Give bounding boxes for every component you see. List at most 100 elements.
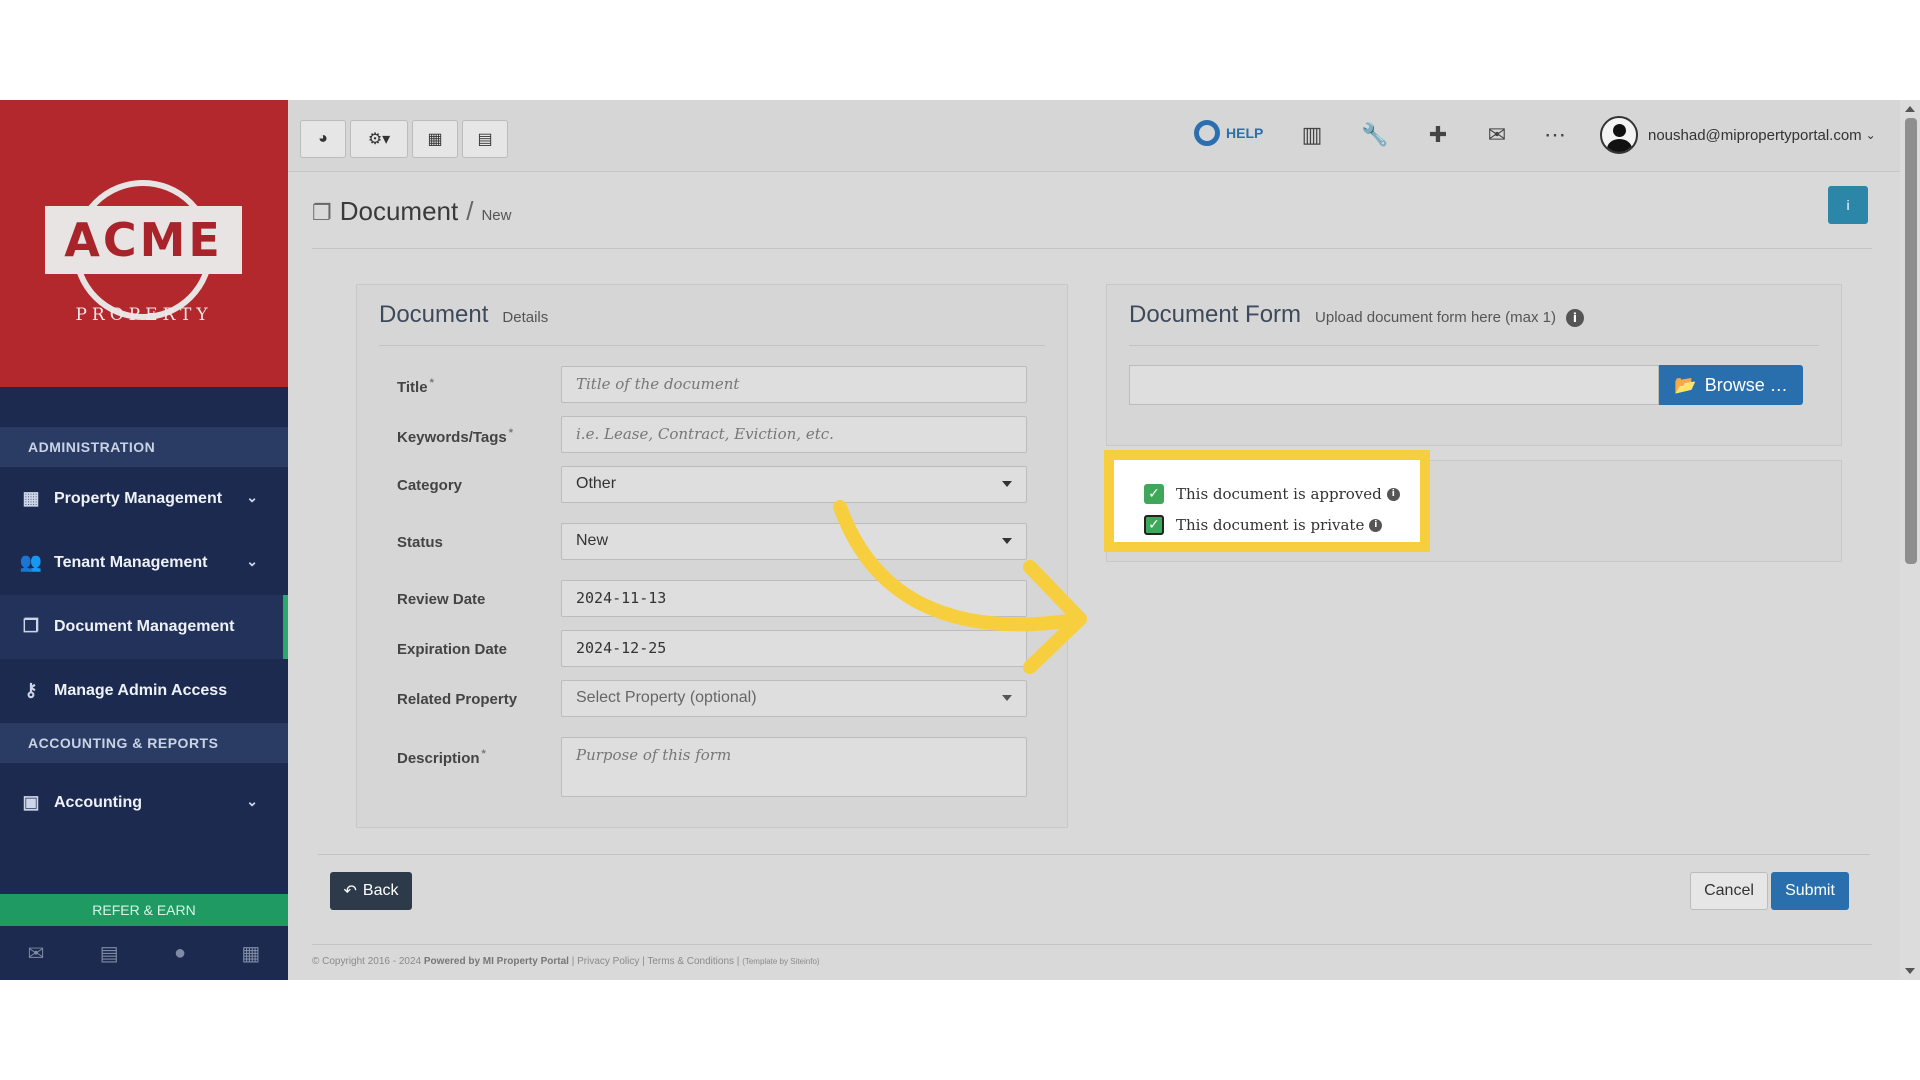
- calculator-icon[interactable]: ▦: [241, 941, 260, 966]
- chevron-down-icon: ⌄: [246, 793, 258, 809]
- status-label: Status: [397, 534, 443, 551]
- related-property-placeholder: Select Property (optional): [576, 689, 757, 706]
- sidebar-section-accounting: ACCOUNTING & REPORTS: [0, 723, 288, 763]
- divider: [312, 248, 1872, 249]
- breadcrumb-separator: /: [466, 196, 474, 226]
- cancel-button[interactable]: Cancel: [1690, 872, 1768, 910]
- approved-checkbox-row[interactable]: ✓ This document is approved i: [1144, 484, 1400, 504]
- scroll-up-arrow[interactable]: [1905, 106, 1915, 112]
- scrollbar[interactable]: [1900, 100, 1920, 980]
- calculator-button[interactable]: ▤: [462, 120, 508, 158]
- money-icon: ▣: [22, 792, 40, 812]
- checkbox-approved[interactable]: ✓: [1144, 484, 1164, 504]
- mail-icon[interactable]: ✉: [1480, 118, 1514, 152]
- sidebar-item-property-management[interactable]: ▦ Property Management ⌄: [0, 467, 288, 531]
- related-property-label: Related Property: [397, 691, 518, 708]
- user-icon[interactable]: ●: [174, 942, 186, 965]
- divider: [318, 854, 1870, 855]
- category-label: Category: [397, 477, 463, 494]
- private-label: This document is private: [1176, 516, 1365, 534]
- highlight-box: ✓ This document is approved i ✓ This doc…: [1104, 450, 1430, 552]
- topbar: ◕ ⚙▾ ▦ ▤ HELP ▥ 🔧 ✚ ✉ ⋯ noushad@miproper…: [288, 100, 1900, 172]
- checkbox-private[interactable]: ✓: [1144, 515, 1164, 535]
- mail-icon[interactable]: ✉: [28, 941, 45, 966]
- private-checkbox-row[interactable]: ✓ This document is private i: [1144, 515, 1383, 535]
- title-label: Title *: [397, 377, 434, 396]
- wrench-icon[interactable]: 🔧: [1358, 118, 1392, 152]
- sidebar-footer: ✉ ▤ ● ▦: [0, 926, 288, 980]
- description-textarea[interactable]: Purpose of this form: [561, 737, 1027, 797]
- app-frame: ACME PROPERTY ADMINISTRATION ▦ Property …: [0, 100, 1920, 980]
- status-value: New: [576, 532, 609, 549]
- help-link[interactable]: HELP: [1194, 120, 1263, 146]
- browse-label: Browse …: [1704, 374, 1788, 395]
- sidebar-item-manage-admin-access[interactable]: ⚷ Manage Admin Access: [0, 659, 288, 723]
- title-input[interactable]: Title of the document: [561, 366, 1027, 403]
- caret-down-icon: [1002, 481, 1012, 487]
- logo[interactable]: ACME PROPERTY: [0, 100, 288, 387]
- info-icon: i: [1565, 309, 1584, 327]
- sidebar: ACME PROPERTY ADMINISTRATION ▦ Property …: [0, 100, 288, 980]
- back-button[interactable]: ↶ Back: [330, 872, 412, 910]
- document-form-panel: Document Form Upload document form here …: [1106, 284, 1842, 446]
- briefcase-icon[interactable]: ▤: [100, 941, 119, 966]
- more-icon[interactable]: ⋯: [1538, 118, 1572, 152]
- documents-icon: ❐: [312, 200, 332, 225]
- info-button[interactable]: i: [1828, 186, 1868, 224]
- dashboard-icon: ◕: [318, 130, 328, 147]
- sidebar-item-document-management[interactable]: ❐ Document Management: [0, 595, 288, 659]
- caret-down-icon: [1002, 695, 1012, 701]
- info-icon: i: [1369, 518, 1383, 532]
- page-footer: © Copyright 2016 - 2024 Powered by MI Pr…: [312, 956, 820, 967]
- avatar: [1600, 116, 1638, 154]
- key-icon: ⚷: [24, 680, 38, 700]
- back-label: Back: [362, 882, 399, 899]
- template-credit: (Template by Siteinfo): [742, 957, 820, 966]
- panel-title: Document: [379, 301, 489, 328]
- divider: [312, 944, 1872, 945]
- logo-text: ACME: [45, 206, 242, 274]
- dashboard-button[interactable]: ◕: [300, 120, 346, 158]
- folder-open-icon: 📂: [1674, 374, 1697, 395]
- powered-by-link[interactable]: Powered by MI Property Portal: [424, 956, 569, 967]
- refer-earn-button[interactable]: REFER & EARN: [0, 894, 288, 926]
- settings-icon: ⚙▾: [367, 131, 391, 148]
- terms-link[interactable]: Terms & Conditions: [647, 956, 734, 967]
- info-icon: i: [1386, 487, 1400, 501]
- privacy-policy-link[interactable]: Privacy Policy: [577, 956, 639, 967]
- panel-subtitle: Details: [502, 309, 549, 326]
- documents-icon: ❐: [22, 616, 40, 636]
- browse-button[interactable]: 📂 Browse …: [1659, 365, 1803, 405]
- panel-subtitle: Upload document form here (max 1): [1315, 309, 1556, 326]
- annotation-arrow: [833, 500, 1087, 674]
- panel-heading: Document Details: [379, 301, 548, 329]
- sidebar-item-accounting[interactable]: ▣ Accounting ⌄: [0, 771, 288, 835]
- sidebar-item-tenant-management[interactable]: 👥 Tenant Management ⌄: [0, 531, 288, 595]
- plus-icon[interactable]: ✚: [1421, 118, 1455, 152]
- lifebuoy-icon: [1194, 120, 1220, 146]
- scroll-down-arrow[interactable]: [1905, 968, 1915, 974]
- info-icon: i: [1846, 197, 1850, 213]
- approved-label: This document is approved: [1176, 485, 1382, 503]
- chart-icon[interactable]: ▥: [1295, 118, 1329, 152]
- sidebar-item-label: Accounting: [54, 794, 142, 811]
- submit-button[interactable]: Submit: [1771, 872, 1849, 910]
- copyright-text: © Copyright 2016 - 2024: [312, 956, 422, 967]
- keywords-label: Keywords/Tags *: [397, 427, 514, 446]
- calendar-icon: ▦: [427, 131, 443, 148]
- description-label: Description *: [397, 748, 486, 767]
- settings-button[interactable]: ⚙▾: [350, 120, 408, 158]
- divider: [379, 345, 1045, 346]
- logo-subtitle: PROPERTY: [75, 305, 213, 325]
- category-value: Other: [576, 475, 617, 492]
- review-date-label: Review Date: [397, 591, 486, 608]
- file-path-input[interactable]: [1129, 365, 1659, 405]
- keywords-input[interactable]: i.e. Lease, Contract, Eviction, etc.: [561, 416, 1027, 453]
- calendar-button[interactable]: ▦: [412, 120, 458, 158]
- sidebar-item-label: Document Management: [54, 618, 235, 635]
- user-menu[interactable]: noushad@mipropertyportal.com ⌄: [1600, 116, 1876, 154]
- related-property-select[interactable]: Select Property (optional): [561, 680, 1027, 717]
- scrollbar-thumb[interactable]: [1905, 118, 1917, 564]
- building-icon: ▦: [22, 488, 40, 508]
